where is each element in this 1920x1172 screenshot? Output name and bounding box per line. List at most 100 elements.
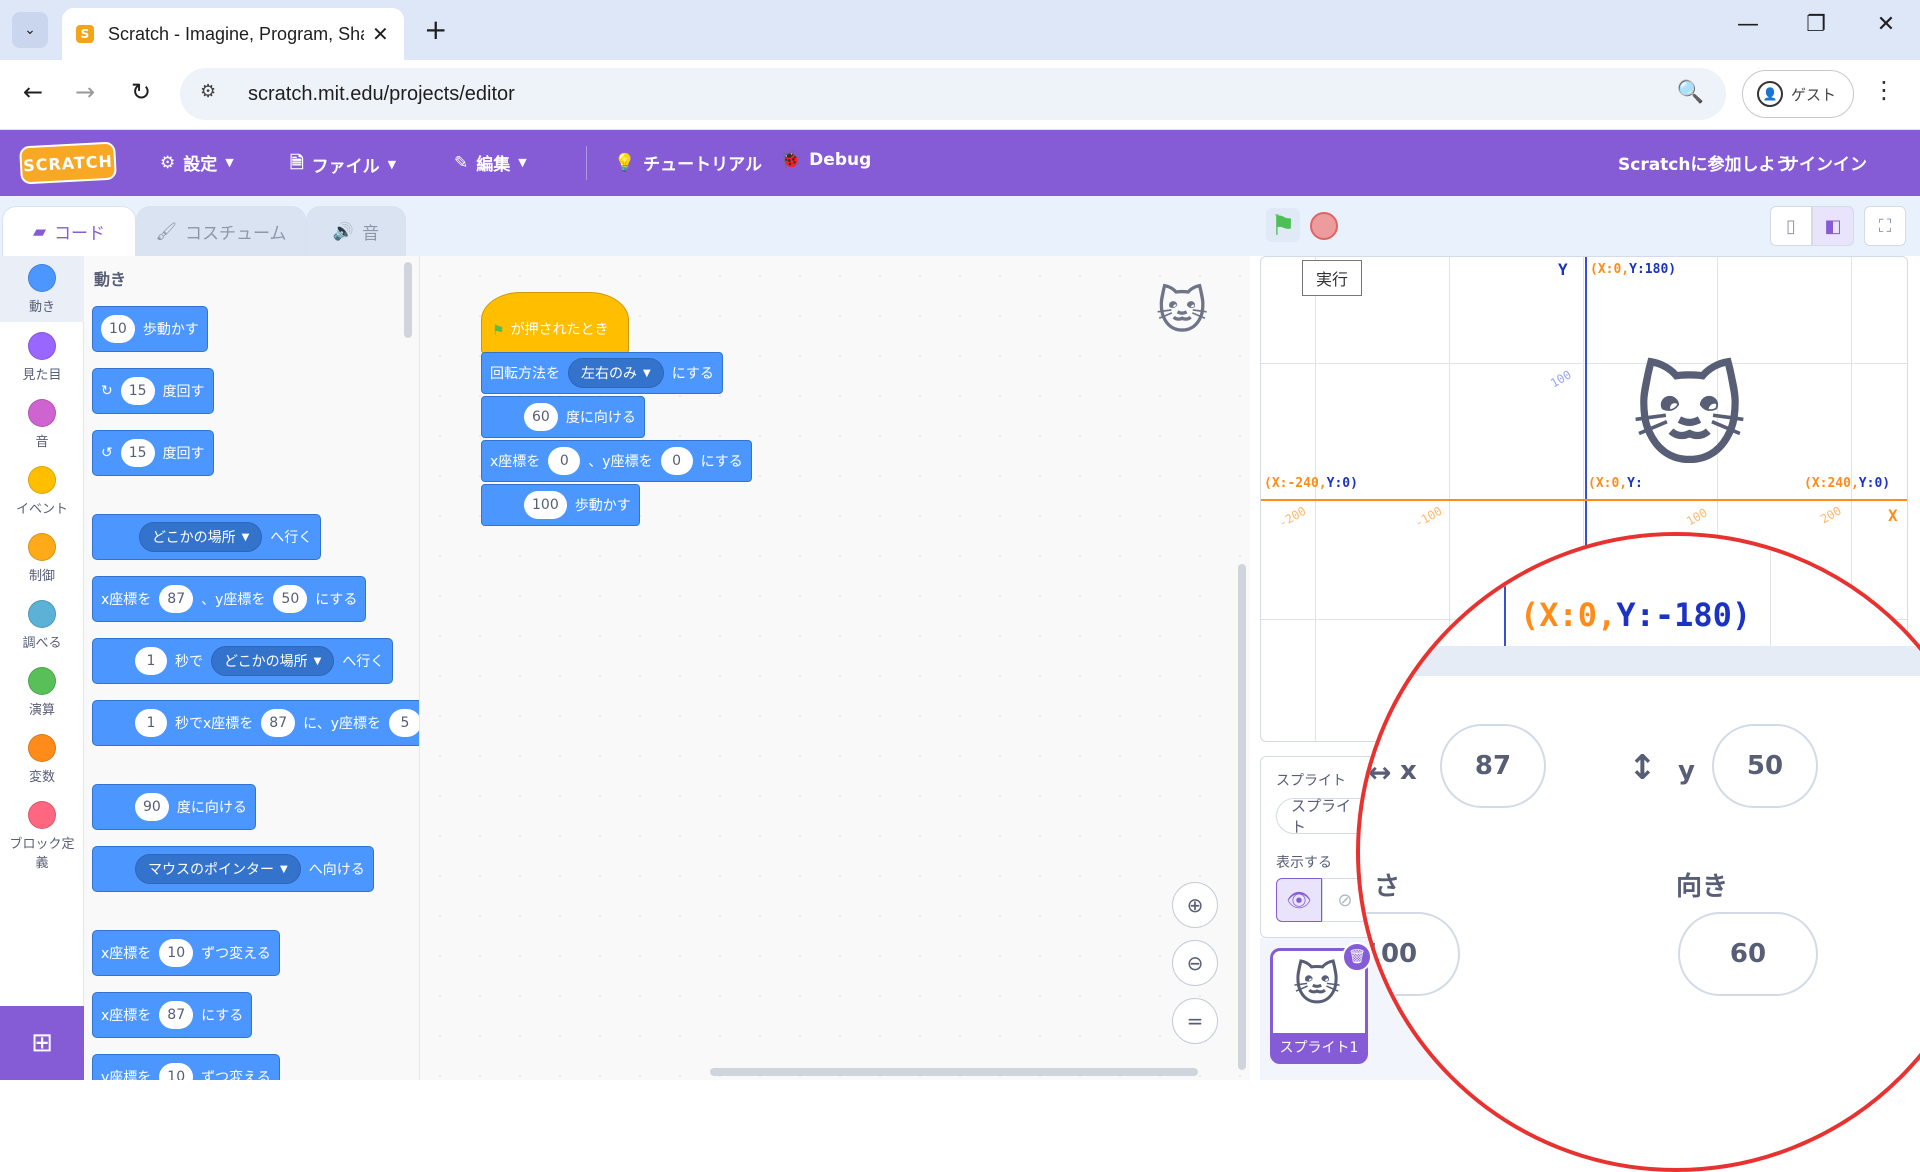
magnified-coord: (X:0,Y:-180) [1520, 596, 1751, 634]
zoom-out-button[interactable]: ⊖ [1172, 940, 1218, 986]
block-text: x座標を [101, 592, 152, 608]
block-point-direction[interactable]: 90 度に向ける [92, 784, 256, 830]
block-point-towards[interactable]: マウスのポインター ▼ へ向ける [92, 846, 374, 892]
debug-button[interactable]: 🐞 Debug [780, 150, 871, 170]
new-tab-button[interactable]: + [424, 14, 447, 46]
cat-sprite[interactable]: 🐱 [1632, 362, 1747, 472]
direction-field[interactable]: 60 [1678, 912, 1818, 996]
magnified-x-arrow-icon: ↔ [1368, 756, 1392, 789]
block-glide[interactable]: 1 秒で どこかの場所 ▼ へ行く [92, 638, 394, 684]
edit-menu[interactable]: ✎ 編集 ▼ [454, 150, 527, 176]
category-variables[interactable]: 変数 [0, 734, 84, 785]
show-sprite-icon[interactable]: 👁 [1276, 878, 1322, 922]
normal-stage-button[interactable]: ◧ [1812, 206, 1854, 246]
category-label: 制御 [28, 569, 55, 584]
block-input[interactable]: 87 [159, 585, 194, 613]
close-window-button[interactable]: ✕ [1866, 12, 1906, 37]
block-glide-xy[interactable]: 1 秒でx座標を 87 に、y座標を 5 [92, 700, 419, 746]
stop-button[interactable] [1310, 212, 1338, 240]
zoom-reset-button[interactable]: = [1172, 998, 1218, 1044]
back-arrow-icon[interactable]: ← [16, 78, 50, 106]
direction-value: 60 [1729, 939, 1767, 969]
block-goto-xy[interactable]: x座標を 87 、y座標を 50 にする [92, 576, 367, 622]
palette-scrollbar[interactable] [404, 262, 412, 338]
block-dropdown[interactable]: どこかの場所 ▼ [139, 522, 263, 552]
small-stage-button[interactable]: ▯ [1770, 206, 1812, 246]
block-dropdown[interactable]: どこかの場所 ▼ [211, 646, 335, 676]
category-control[interactable]: 制御 [0, 533, 84, 584]
minimize-button[interactable]: — [1728, 12, 1768, 37]
block-input[interactable]: 10 [159, 1063, 194, 1080]
browser-menu-icon[interactable]: ⋮ [1872, 76, 1896, 104]
block-change-y[interactable]: y座標を 10 ずつ変える [92, 1054, 280, 1080]
zoom-in-button[interactable]: ⊕ [1172, 882, 1218, 928]
close-tab-icon[interactable]: ✕ [372, 22, 389, 46]
block-input[interactable]: 10 [101, 315, 135, 343]
restore-button[interactable]: ❐ [1796, 12, 1836, 37]
category-sensing[interactable]: 調べる [0, 600, 84, 651]
browser-tab[interactable]: S Scratch - Imagine, Program, Share ✕ [62, 8, 404, 60]
block-input[interactable]: 87 [261, 709, 296, 737]
x-position-field[interactable]: 87 [1440, 724, 1546, 808]
fullscreen-button[interactable]: ⛶ [1864, 206, 1906, 246]
tab-sounds[interactable]: 🔊 音 [306, 206, 406, 256]
block-goto[interactable]: どこかの場所 ▼ へ行く [92, 514, 322, 560]
block-input[interactable]: 50 [273, 585, 308, 613]
size-field[interactable]: 100 [1360, 912, 1460, 996]
category-operators[interactable]: 演算 [0, 667, 84, 718]
block-input[interactable]: 15 [120, 377, 155, 405]
block-input[interactable]: 90 [135, 793, 169, 821]
category-label: ブロック定義 [9, 837, 75, 871]
url-bar[interactable]: ⚙ scratch.mit.edu/projects/editor 🔍 [180, 68, 1726, 120]
block-input[interactable]: 0 [548, 447, 581, 475]
file-menu[interactable]: 🗎 ファイル ▼ [290, 150, 396, 179]
block-input[interactable]: 100 [524, 491, 567, 519]
block-input[interactable]: 1 [135, 709, 167, 737]
chevron-down-icon: ▼ [643, 367, 651, 379]
green-flag-button[interactable]: ⚑ [1266, 208, 1300, 242]
block-set-x[interactable]: x座標を 87 にする [92, 992, 253, 1038]
tab-costumes[interactable]: 🖌 コスチューム [136, 206, 306, 256]
script-point-direction[interactable]: 60 度に向ける [481, 396, 645, 438]
add-extension-button[interactable]: ⊞ [0, 1006, 84, 1080]
guest-profile-button[interactable]: 👤 ゲスト [1742, 70, 1854, 118]
block-input[interactable]: 60 [524, 403, 558, 431]
block-input[interactable]: 5 [389, 709, 419, 737]
tab-list-button[interactable]: ⌄ [12, 12, 48, 48]
category-my-blocks[interactable]: ブロック定義 [0, 801, 84, 871]
site-info-icon[interactable]: ⚙ [200, 81, 226, 107]
settings-menu[interactable]: ⚙ 設定 ▼ [160, 150, 234, 176]
url-text: scratch.mit.edu/projects/editor [248, 82, 515, 105]
script-when-flag-clicked[interactable]: ⚑ が押されたとき [481, 292, 629, 354]
y-position-field[interactable]: 50 [1712, 724, 1818, 808]
workspace-horizontal-scrollbar[interactable] [710, 1068, 1198, 1076]
category-motion[interactable]: 動き [0, 256, 84, 322]
script-move-steps[interactable]: 100 歩動かす [481, 484, 640, 526]
block-input[interactable]: 15 [120, 439, 155, 467]
block-dropdown[interactable]: マウスのポインター ▼ [135, 854, 301, 884]
block-change-x[interactable]: x座標を 10 ずつ変える [92, 930, 280, 976]
block-input[interactable]: 87 [159, 1001, 194, 1029]
category-looks[interactable]: 見た目 [0, 332, 84, 383]
tutorials-button[interactable]: 💡 チュートリアル [614, 150, 762, 176]
size-label: さ [1374, 872, 1401, 902]
block-input[interactable]: 1 [135, 647, 167, 675]
block-input[interactable]: 10 [159, 939, 194, 967]
category-events[interactable]: イベント [0, 466, 84, 517]
zoom-icon[interactable]: 🔍 [1677, 80, 1704, 105]
tab-code[interactable]: ▰ コード [2, 206, 136, 256]
block-move-steps[interactable]: 10 歩動かす [92, 306, 208, 352]
block-dropdown[interactable]: 左右のみ ▼ [568, 358, 664, 388]
block-turn-right[interactable]: ↻ 15 度回す [92, 368, 214, 414]
workspace-vertical-scrollbar[interactable] [1238, 564, 1246, 1070]
category-sound[interactable]: 音 [0, 399, 84, 450]
sign-in-link[interactable]: サインイン [1782, 150, 1867, 175]
block-input[interactable]: 0 [660, 447, 693, 475]
forward-arrow-icon[interactable]: → [68, 78, 102, 106]
scratch-logo[interactable]: SCRATCH [19, 141, 117, 185]
script-set-rotation[interactable]: 回転方法を 左右のみ ▼ にする [481, 352, 723, 394]
script-goto-xy[interactable]: x座標を 0 、y座標を 0 にする [481, 440, 752, 482]
reload-icon[interactable]: ↻ [124, 78, 158, 106]
join-scratch-link[interactable]: Scratchに参加しよう [1618, 150, 1792, 175]
block-turn-left[interactable]: ↺ 15 度回す [92, 430, 214, 476]
